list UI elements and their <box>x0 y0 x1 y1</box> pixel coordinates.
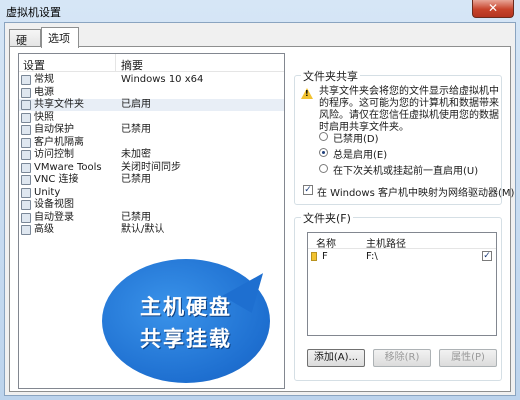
setting-summary: 已禁用 <box>121 124 151 135</box>
setting-name: VNC 连接 <box>34 174 79 185</box>
column-header-setting[interactable]: 设置 <box>23 57 45 73</box>
setting-summary: 默认/默认 <box>121 224 165 235</box>
setting-summary: 关闭时间同步 <box>121 161 181 173</box>
close-button[interactable]: ✕ <box>472 0 514 18</box>
folder-sharing-title: 文件夹共享 <box>301 68 360 84</box>
setting-name: 访问控制 <box>34 149 74 160</box>
window-title: 虚拟机设置 <box>6 6 61 19</box>
setting-name: 自动登录 <box>34 211 74 223</box>
settings-row[interactable]: VMware Tools 关闭时间同步 <box>19 162 284 174</box>
shared-folders-list: 名称 主机路径 F F:\ ✓ <box>307 232 497 336</box>
settings-row[interactable]: 电源 <box>19 87 284 99</box>
settings-row[interactable]: 高级 默认/默认 <box>19 224 284 236</box>
setting-icon <box>21 175 31 185</box>
settings-row[interactable]: 访问控制 未加密 <box>19 149 284 161</box>
radio-dot[interactable] <box>319 132 328 141</box>
folder-properties-button[interactable]: 属性(P) <box>439 349 497 367</box>
setting-summary: 已启用 <box>121 99 151 110</box>
radio-label[interactable]: 在下次关机或挂起前一直启用(U) <box>333 162 478 177</box>
column-header-summary[interactable]: 摘要 <box>121 57 143 73</box>
remove-folder-button[interactable]: 移除(R) <box>373 349 431 367</box>
vm-settings-window: 虚拟机设置 ✕ 硬件 选项 设置 摘要 常规Windows 10 x64电源共享… <box>0 0 520 400</box>
folders-group: 文件夹(F) 名称 主机路径 F F:\ ✓ 添加(A)... 移除(R) 属性… <box>294 210 502 381</box>
folders-title: 文件夹(F) <box>301 210 353 226</box>
annotation-text-line2: 共享挂载 <box>140 326 232 351</box>
setting-icon <box>21 200 31 210</box>
radio-dot-selected[interactable] <box>319 148 328 157</box>
setting-name: 常规 <box>34 74 54 85</box>
settings-row[interactable]: 常规 Windows 10 x64 <box>19 74 284 86</box>
setting-icon <box>21 212 31 223</box>
add-folder-button[interactable]: 添加(A)... <box>307 349 365 367</box>
settings-row[interactable]: 快照 <box>19 112 284 124</box>
radio-dot[interactable] <box>319 164 328 173</box>
tab-options[interactable]: 选项 <box>41 27 79 48</box>
setting-name: 客户机隔离 <box>34 136 84 148</box>
setting-name: 高级 <box>34 224 54 235</box>
setting-summary: 已禁用 <box>121 211 151 223</box>
column-divider[interactable] <box>115 54 116 72</box>
column-header-host-path[interactable]: 主机路径 <box>366 235 406 250</box>
radio-until-poweroff[interactable]: 在下次关机或挂起前一直启用(U) <box>319 162 499 177</box>
setting-name: VMware Tools <box>34 161 102 173</box>
setting-name: 共享文件夹 <box>34 99 84 110</box>
setting-summary: Windows 10 x64 <box>121 74 204 85</box>
map-network-drive-checkbox[interactable]: ✓ 在 Windows 客户机中映射为网络驱动器(M) <box>303 184 514 199</box>
setting-icon <box>21 137 31 148</box>
setting-name: 设备视图 <box>34 199 74 210</box>
annotation-text-line1: 主机硬盘 <box>140 294 232 319</box>
title-bar: 虚拟机设置 ✕ <box>0 0 520 22</box>
settings-row[interactable]: 共享文件夹 已启用 <box>19 99 284 111</box>
setting-name: 电源 <box>34 86 54 98</box>
settings-row[interactable]: 客户机隔离 <box>19 137 284 149</box>
shared-folder-row[interactable]: F F:\ ✓ <box>308 250 496 263</box>
radio-disabled[interactable]: 已禁用(D) <box>319 130 499 145</box>
radio-always-enabled[interactable]: 总是启用(E) <box>319 146 499 161</box>
checkbox-label[interactable]: 在 Windows 客户机中映射为网络驱动器(M) <box>317 184 514 199</box>
setting-name: 自动保护 <box>34 124 74 135</box>
shared-folder-host-path: F:\ <box>366 251 378 262</box>
radio-label[interactable]: 总是启用(E) <box>333 146 387 161</box>
settings-row[interactable]: 设备视图 <box>19 199 284 211</box>
shared-folder-name: F <box>322 251 328 262</box>
warning-mark: ! <box>305 89 309 98</box>
setting-icon <box>21 225 31 235</box>
setting-icon <box>21 125 31 135</box>
setting-icon <box>21 187 31 198</box>
settings-list-header: 设置 摘要 <box>19 54 284 72</box>
setting-icon <box>21 100 31 110</box>
setting-icon <box>21 75 31 85</box>
radio-label[interactable]: 已禁用(D) <box>333 130 379 145</box>
setting-icon <box>21 112 31 123</box>
setting-icon <box>21 150 31 160</box>
setting-icon <box>21 87 31 98</box>
settings-row[interactable]: 自动登录 已禁用 <box>19 212 284 224</box>
setting-summary: 已禁用 <box>121 174 151 185</box>
tab-hardware[interactable]: 硬件 <box>9 29 41 63</box>
checkbox-box[interactable]: ✓ <box>303 185 313 195</box>
settings-row[interactable]: 自动保护 已禁用 <box>19 124 284 136</box>
options-page: 设置 摘要 常规 Windows 10 x64 电源 共享文件夹 已启用 快照 自动保护 已禁… <box>9 46 514 392</box>
client-area: 硬件 选项 设置 摘要 常规 Windows 10 x64 电源共享文件夹 已启用快照… <box>4 22 516 396</box>
setting-icon <box>21 162 31 173</box>
shared-folder-enabled-checkbox[interactable]: ✓ <box>482 251 492 261</box>
settings-row[interactable]: Unity <box>19 187 284 199</box>
warning-text: 共享文件夹会将您的文件显示给虚拟机中的程序。这可能为您的计算机和数据带来风险。请… <box>319 86 499 133</box>
setting-name: Unity <box>34 186 61 198</box>
folder-sharing-group: 文件夹共享 ! 共享文件夹会将您的文件显示给虚拟机中的程序。这可能为您的计算机和… <box>294 68 514 205</box>
folder-icon <box>311 252 317 261</box>
settings-row[interactable]: VNC 连接 已禁用 <box>19 174 284 186</box>
setting-summary: 未加密 <box>121 149 151 160</box>
setting-name: 快照 <box>34 111 54 123</box>
column-header-name[interactable]: 名称 <box>316 235 336 250</box>
shared-folders-header: 名称 主机路径 <box>308 233 496 250</box>
